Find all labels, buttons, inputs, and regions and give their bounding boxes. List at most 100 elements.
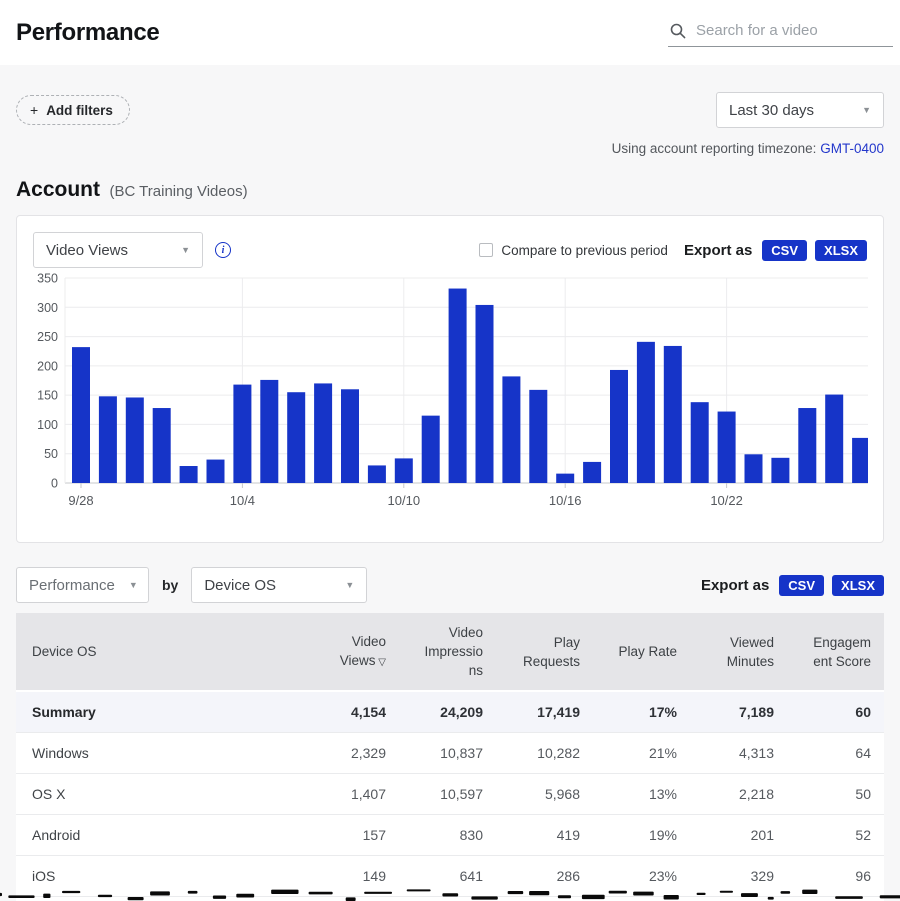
chart-card: Video Views ▼ i Compare to previous peri… <box>16 215 884 543</box>
metric-value: Video Views <box>46 241 129 259</box>
chart-bar[interactable] <box>206 459 225 483</box>
cell-value: 329 <box>690 854 787 896</box>
row-label: Android <box>16 813 302 855</box>
chart-bar[interactable] <box>636 341 655 483</box>
chart-bar[interactable] <box>529 389 548 483</box>
row-label: OS X <box>16 772 302 814</box>
cell-value: 17% <box>593 690 690 732</box>
column-header[interactable]: Viewed Minutes <box>690 613 787 691</box>
date-range-value: Last 30 days <box>729 101 815 119</box>
timezone-link[interactable]: GMT-0400 <box>820 141 884 156</box>
cell-value: 1,016 <box>399 895 496 901</box>
column-header[interactable]: Play Requests <box>496 613 593 691</box>
chart-bar[interactable] <box>448 288 467 483</box>
table-header-row: Device OS Video Views ▽ Video Impressions P… <box>16 613 884 691</box>
cell-value: 19% <box>593 813 690 855</box>
cell-value: 149 <box>302 854 399 896</box>
chart-bar[interactable] <box>341 389 359 483</box>
summary-row: Summary 4,154 24,209 17,419 17% 7,189 60 <box>16 690 884 732</box>
column-header[interactable]: Video Views ▽ <box>302 613 399 691</box>
chart-bar[interactable] <box>663 345 682 483</box>
chart-bar[interactable] <box>583 461 602 483</box>
chart-bar[interactable] <box>502 376 521 483</box>
add-filters-button[interactable]: + Add filters <box>16 95 130 125</box>
chart-bar[interactable] <box>421 415 440 483</box>
dimension-primary-select[interactable]: Performance ▼ <box>16 567 149 603</box>
add-filters-label: Add filters <box>46 102 113 118</box>
cell-value: 157 <box>302 813 399 855</box>
export-csv-button[interactable]: CSV <box>779 574 825 596</box>
chart-bar[interactable] <box>98 396 117 483</box>
compare-toggle[interactable]: Compare to previous period <box>479 243 668 258</box>
chart-bar[interactable] <box>152 408 171 483</box>
account-title: Account <box>16 178 100 201</box>
export-csv-button[interactable]: CSV <box>762 239 808 261</box>
chart-bar[interactable] <box>394 458 413 483</box>
chart-bar[interactable] <box>852 437 871 483</box>
chevron-down-icon: ▼ <box>181 245 190 255</box>
cell-value: 10% <box>593 895 690 901</box>
date-range-select[interactable]: Last 30 days ▼ <box>716 92 884 128</box>
export-xlsx-button[interactable]: XLSX <box>832 574 884 596</box>
timezone-line: Using account reporting timezone: GMT-04… <box>16 141 884 156</box>
timezone-prefix: Using account reporting timezone: <box>611 141 817 156</box>
chart-bar[interactable] <box>367 465 386 483</box>
bar-chart: 0 50 100 150 200 250 300 350 9/28 10/4 10/10 10/16 1… <box>33 272 871 516</box>
chart-bar[interactable] <box>825 394 844 483</box>
table-row: Windows 2,329 10,837 10,282 21% 4,313 64 <box>16 731 884 773</box>
dimension-secondary-select[interactable]: Device OS ▼ <box>191 567 368 603</box>
x-axis-tick-label: 10/22 <box>710 493 743 508</box>
chart-bar[interactable] <box>690 402 709 483</box>
cell-value: 454 <box>496 895 593 901</box>
cell-value: 24,209 <box>399 690 496 732</box>
x-axis-tick-label: 10/16 <box>549 493 582 508</box>
column-header[interactable]: Device OS <box>16 613 302 691</box>
chart-bar[interactable] <box>717 411 736 483</box>
cell-value: 830 <box>399 813 496 855</box>
chart-controls: Video Views ▼ i Compare to previous peri… <box>33 232 867 268</box>
chart-bar[interactable] <box>233 384 252 483</box>
y-axis-tick-label: 50 <box>44 447 58 461</box>
device-os-table: Device OS Video Views ▽ Video Impressions P… <box>16 613 884 901</box>
chart-bar[interactable] <box>475 304 494 483</box>
chart-bar[interactable] <box>125 397 144 483</box>
y-axis-tick-label: 0 <box>51 477 58 491</box>
column-header[interactable]: Play Rate <box>593 613 690 691</box>
chart-export-group: Export as CSV XLSX <box>684 239 867 261</box>
y-axis-tick-label: 200 <box>37 359 58 373</box>
chevron-down-icon: ▼ <box>862 105 871 115</box>
cell-value: 50 <box>787 772 884 814</box>
account-heading: Account (BC Training Videos) <box>16 178 884 202</box>
y-axis-tick-label: 250 <box>37 330 58 344</box>
chart-bar[interactable] <box>179 466 198 483</box>
cell-value: 41 <box>787 895 884 901</box>
chart-bar[interactable] <box>556 473 575 483</box>
row-label: Windows <box>16 731 302 773</box>
cell-value: 13% <box>593 772 690 814</box>
chevron-down-icon: ▼ <box>345 580 355 590</box>
y-axis-tick-label: 350 <box>37 272 58 286</box>
column-header[interactable]: Engagement Score <box>787 613 884 691</box>
cell-value: 4,154 <box>302 690 399 732</box>
cell-value: 21% <box>593 731 690 773</box>
chart-bar[interactable] <box>798 408 817 483</box>
chart-bar[interactable] <box>610 369 628 483</box>
chart-bar[interactable] <box>287 392 306 483</box>
chart-bar[interactable] <box>314 383 333 483</box>
chart-bar[interactable] <box>260 379 279 483</box>
search-input[interactable] <box>696 22 891 39</box>
account-subtitle: (BC Training Videos) <box>109 183 248 200</box>
cell-value: 2,329 <box>302 731 399 773</box>
row-label: Summary <box>16 690 302 732</box>
chart-bar[interactable] <box>72 347 90 483</box>
row-label: Linux <box>16 895 302 901</box>
export-xlsx-button[interactable]: XLSX <box>815 239 867 261</box>
chart-bar[interactable] <box>744 454 763 483</box>
chart-bar[interactable] <box>771 457 790 483</box>
compare-checkbox[interactable] <box>479 243 494 257</box>
info-icon[interactable]: i <box>215 242 231 258</box>
cell-value: 10,837 <box>399 731 496 773</box>
metric-select[interactable]: Video Views ▼ <box>33 232 203 268</box>
column-header[interactable]: Video Impressions <box>399 613 496 691</box>
table-row: iOS 149 641 286 23% 329 96 <box>16 854 884 896</box>
